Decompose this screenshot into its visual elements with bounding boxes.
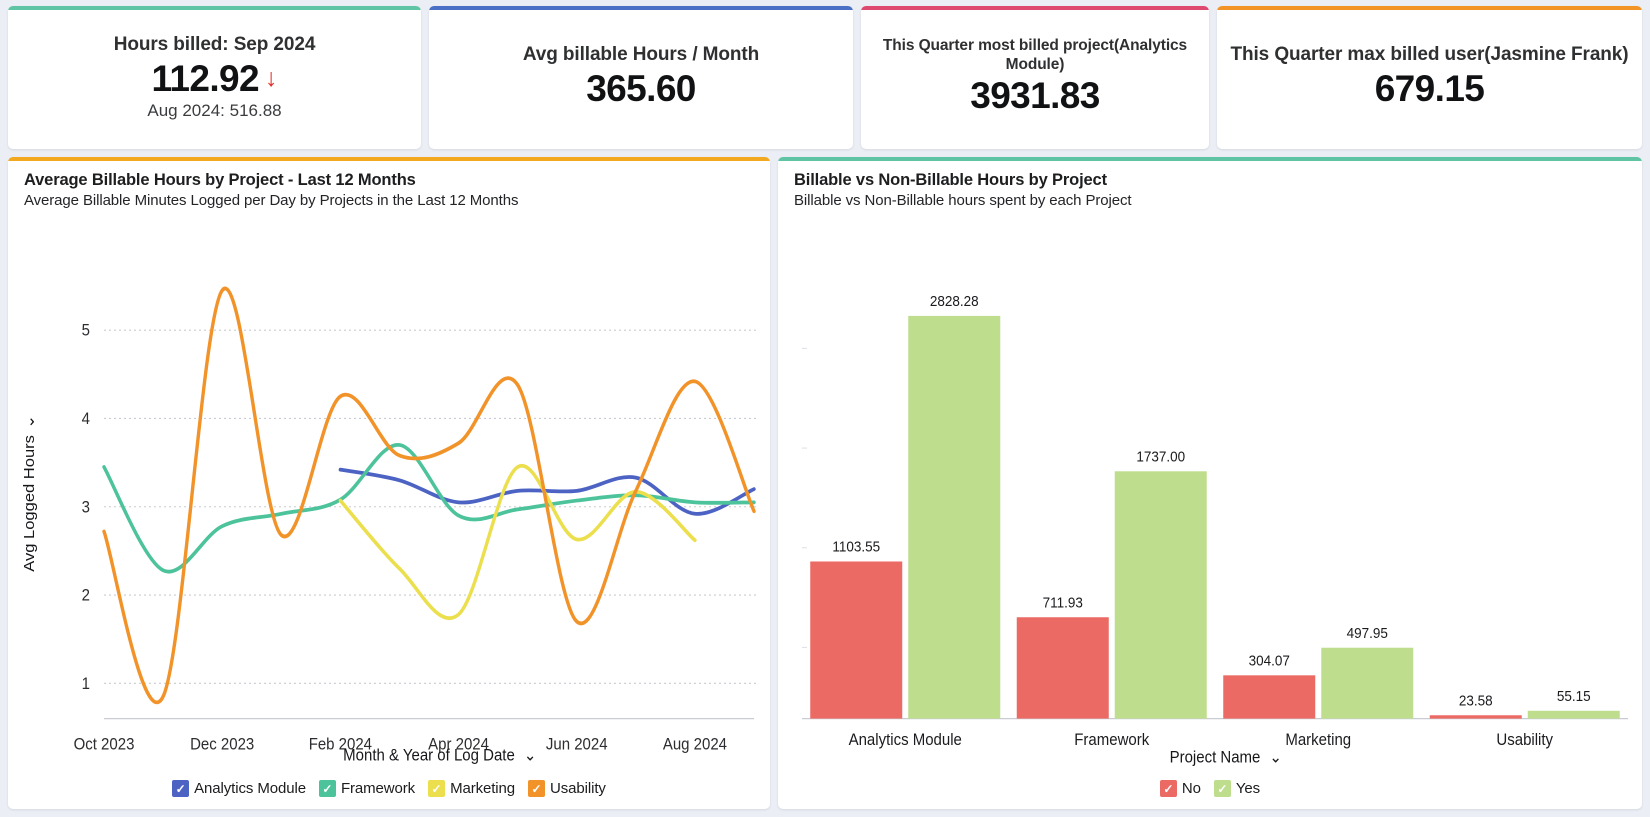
bar-value-label: 55.15 <box>1557 688 1591 705</box>
kpi-value: 112.92 <box>151 57 260 99</box>
bar-value-label: 2828.28 <box>930 293 979 310</box>
check-icon[interactable]: ✓ <box>1213 780 1231 797</box>
x-tick-label: Aug 2024 <box>663 736 727 754</box>
x-tick-label: Jun 2024 <box>546 736 608 754</box>
kpi-row: Hours billed: Sep 2024 112.92 ↓ Aug 2024… <box>8 6 1642 149</box>
x-tick-label: Oct 2023 <box>74 736 135 754</box>
kpi-value: 679.15 <box>1374 68 1485 110</box>
check-icon[interactable]: ✓ <box>318 780 336 797</box>
kpi-title: This Quarter most billed project(Analyti… <box>882 37 1188 73</box>
kpi-title: Hours billed: Sep 2024 <box>113 33 316 55</box>
legend-item-marketing[interactable]: ✓ Marketing <box>428 780 515 797</box>
category-label: Analytics Module <box>849 731 962 749</box>
bar-framework-yes[interactable] <box>1114 471 1207 719</box>
category-label: Usability <box>1496 731 1553 749</box>
bar-value-label: 23.58 <box>1459 693 1493 710</box>
kpi-title: Avg billable Hours / Month <box>522 44 760 66</box>
kpi-subtext: Aug 2024: 516.88 <box>147 101 282 121</box>
y-tick-label: 1 <box>82 675 90 693</box>
panel-header: Average Billable Hours by Project - Last… <box>8 157 770 211</box>
bar-usability-yes[interactable] <box>1527 710 1620 719</box>
bar-value-label: 1737.00 <box>1136 449 1185 466</box>
bar-analytics-module-yes[interactable] <box>908 315 1001 719</box>
kpi-value-row: 112.92 ↓ <box>151 57 277 101</box>
legend-label: Analytics Module <box>194 780 306 797</box>
bar-value-label: 711.93 <box>1043 595 1083 612</box>
legend-label: Framework <box>340 780 416 797</box>
kpi-value-row: 3931.83 <box>970 74 1100 118</box>
bar-usability-no[interactable] <box>1429 715 1522 719</box>
check-icon[interactable]: ✓ <box>172 780 190 797</box>
bar-framework-no[interactable] <box>1016 617 1109 719</box>
kpi-title: This Quarter max billed user(Jasmine Fra… <box>1230 44 1629 66</box>
y-tick-label: 2 <box>82 587 90 605</box>
panel-header: Billable vs Non-Billable Hours by Projec… <box>778 157 1642 211</box>
bar-chart-x-axis-title[interactable]: Project Name <box>1170 749 1261 767</box>
bar-chart-svg[interactable]: 1103.55 2828.28 711.93 1737.00 304.07 497.95 2… <box>778 211 1642 776</box>
panel-subtitle: Average Billable Minutes Logged per Day … <box>24 192 519 209</box>
bar-marketing-no[interactable] <box>1223 675 1316 719</box>
check-icon[interactable]: ✓ <box>428 780 446 797</box>
legend-item-analytics-module[interactable]: ✓ Analytics Module <box>172 780 306 797</box>
bar-chart-bars: 1103.55 2828.28 711.93 1737.00 304.07 497.95 2… <box>810 293 1620 719</box>
y-tick-label: 4 <box>82 410 91 428</box>
dashboard-root: Hours billed: Sep 2024 112.92 ↓ Aug 2024… <box>0 0 1650 817</box>
bar-value-label: 1103.55 <box>832 539 880 556</box>
y-tick-label: 3 <box>82 499 91 517</box>
kpi-value-row: 679.15 <box>1375 67 1485 111</box>
y-tick-label: 5 <box>82 322 91 340</box>
line-chart-plot-area[interactable]: 12345 Oct 2023 Dec 2023 Feb 2024 Apr 2024 Ju… <box>8 211 770 776</box>
line-chart-x-axis-title[interactable]: Month & Year of Log Date <box>343 747 515 765</box>
chevron-down-icon[interactable]: ⌄ <box>1269 749 1282 767</box>
check-icon[interactable]: ✓ <box>528 780 546 797</box>
legend-label: Usability <box>550 780 606 797</box>
bar-value-label: 304.07 <box>1249 653 1290 670</box>
x-tick-label: Dec 2023 <box>190 736 254 754</box>
kpi-value: 3931.83 <box>970 75 1100 117</box>
panel-billable-vs-nonbillable: Billable vs Non-Billable Hours by Projec… <box>778 157 1642 809</box>
line-chart-y-ticks: 1 2 3 4 5 <box>82 322 91 693</box>
check-icon[interactable]: ✓ <box>1159 780 1177 797</box>
bar-value-label: 497.95 <box>1347 625 1388 642</box>
kpi-value: 365.60 <box>586 68 696 110</box>
bar-chart-legend[interactable]: ✓ No ✓ Yes <box>778 776 1642 809</box>
line-chart-y-axis-title[interactable]: Avg Logged Hours <box>22 435 38 572</box>
panel-average-billable-hours: Average Billable Hours by Project - Last… <box>8 157 770 809</box>
chevron-down-icon[interactable]: ⌄ <box>524 747 537 765</box>
chevron-down-icon[interactable]: ⌄ <box>22 415 38 429</box>
bar-marketing-yes[interactable] <box>1321 647 1414 719</box>
line-series-marketing[interactable] <box>338 463 697 621</box>
category-label: Framework <box>1074 731 1149 749</box>
kpi-value-row: 365.60 <box>586 67 696 111</box>
bar-chart-y-ticks <box>802 347 807 648</box>
line-series-framework[interactable] <box>102 443 756 574</box>
legend-label: Yes <box>1235 780 1261 797</box>
line-chart-series <box>102 286 756 704</box>
legend-label: Marketing <box>450 780 516 797</box>
kpi-card-max-billed-user[interactable]: This Quarter max billed user(Jasmine Fra… <box>1217 6 1642 149</box>
legend-item-framework[interactable]: ✓ Framework <box>318 780 416 797</box>
charts-row: Average Billable Hours by Project - Last… <box>8 157 1642 809</box>
panel-title: Billable vs Non-Billable Hours by Projec… <box>794 171 1107 189</box>
bar-chart-plot-area[interactable]: 1103.55 2828.28 711.93 1737.00 304.07 497.95 2… <box>778 211 1642 776</box>
legend-item-no[interactable]: ✓ No <box>1159 780 1201 797</box>
legend-item-yes[interactable]: ✓ Yes <box>1213 780 1261 797</box>
kpi-card-avg-billable-hours[interactable]: Avg billable Hours / Month 365.60 <box>429 6 853 149</box>
bar-chart-category-labels: Analytics Module Framework Marketing Usabil… <box>849 731 1554 749</box>
line-chart-legend[interactable]: ✓ Analytics Module ✓ Framework ✓ Marketing ✓ Us… <box>8 776 770 809</box>
bar-analytics-module-no[interactable] <box>810 561 903 719</box>
category-label: Marketing <box>1285 731 1351 749</box>
line-chart-svg[interactable]: 12345 Oct 2023 Dec 2023 Feb 2024 Apr 2024 Ju… <box>8 211 770 776</box>
legend-item-usability[interactable]: ✓ Usability <box>528 780 606 797</box>
panel-title: Average Billable Hours by Project - Last… <box>24 171 416 189</box>
kpi-card-most-billed-project[interactable]: This Quarter most billed project(Analyti… <box>861 6 1209 149</box>
kpi-card-hours-billed[interactable]: Hours billed: Sep 2024 112.92 ↓ Aug 2024… <box>8 6 421 149</box>
panel-subtitle: Billable vs Non-Billable hours spent by … <box>794 192 1132 209</box>
legend-label: No <box>1181 780 1201 797</box>
down-arrow-icon: ↓ <box>265 63 278 92</box>
